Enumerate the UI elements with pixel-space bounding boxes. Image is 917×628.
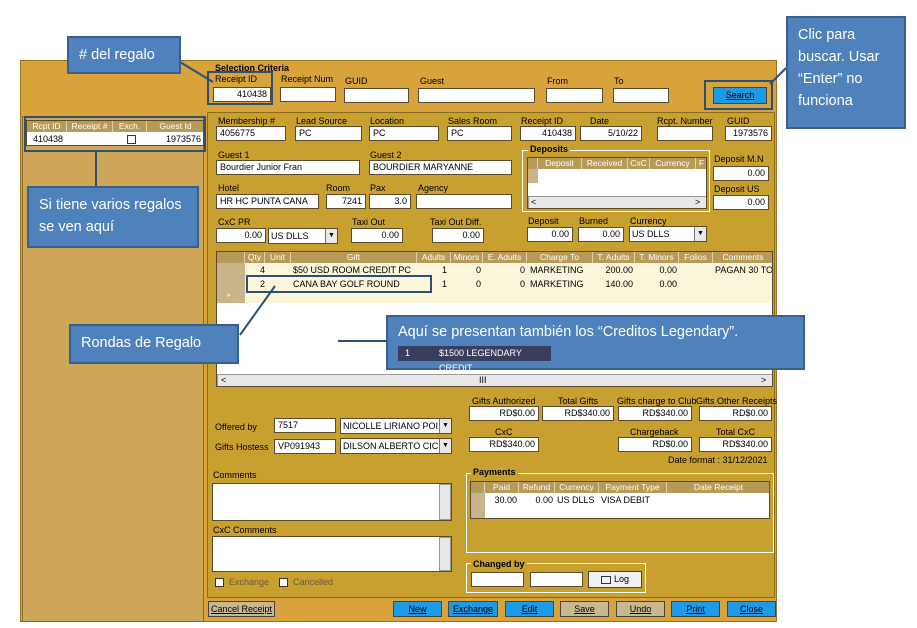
search-highlight (704, 80, 773, 110)
callout-gift-rounds: Rondas de Regalo (69, 324, 239, 364)
receipt-id-highlight (207, 71, 273, 105)
annotation-lines (95, 61, 787, 342)
callout-search-click: Clic para buscar. Usar “Enter” no funcio… (786, 16, 906, 129)
legendary-credit-row: 1 $1500 LEGENDARY CREDIT (398, 346, 551, 373)
callout-legendary: Aquí se presentan también los “Creditos … (386, 315, 805, 373)
callout-multiple-gifts: Si tiene varios regalos se ven aquí (27, 186, 199, 248)
gift-round-highlight (246, 275, 432, 293)
callout-legendary-text: Aquí se presentan también los “Creditos … (398, 324, 739, 340)
callout-gift-number: # del regalo (67, 36, 181, 74)
legendary-row-gift: $1500 LEGENDARY CREDIT (439, 348, 522, 373)
legendary-row-qty: 1 (405, 348, 411, 358)
callout-line-gift-rounds (239, 285, 276, 336)
receipt-list-highlight (24, 116, 206, 152)
